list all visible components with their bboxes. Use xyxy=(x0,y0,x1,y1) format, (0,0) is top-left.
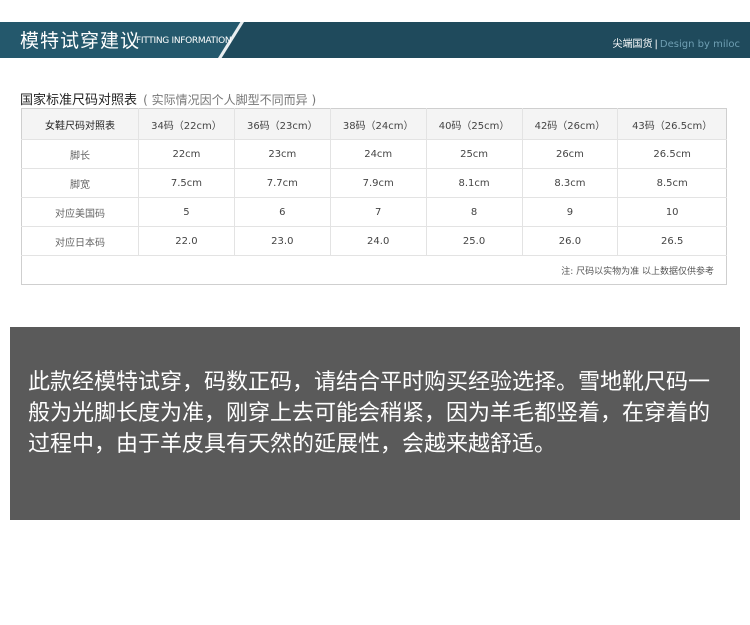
fitting-notice-text: 此款经模特试穿，码数正码，请结合平时购买经验选择。雪地靴尺码一般为光脚长度为准，… xyxy=(28,370,711,457)
table-cell: 8.3cm xyxy=(522,168,619,198)
table-header-row: 女鞋尺码对照表 34码（22cm） 36码（23cm） 38码（24cm） 40… xyxy=(21,108,727,140)
section-subtitle: FITTING INFORMATION xyxy=(136,36,232,46)
row-label: 脚长 xyxy=(21,139,139,169)
table-cell: 10 xyxy=(617,197,727,227)
table-row: 脚宽 7.5cm 7.7cm 7.9cm 8.1cm 8.3cm 8.5cm xyxy=(21,168,727,198)
section-title: 模特试穿建议 xyxy=(20,30,141,52)
brand-credit: 尖端国货 | Design by miloc xyxy=(613,35,740,50)
table-cell: 5 xyxy=(138,197,235,227)
table-cell: 26.0 xyxy=(522,226,619,256)
table-cell: 8 xyxy=(426,197,523,227)
table-cell: 25cm xyxy=(426,139,523,169)
table-row: 脚长 22cm 23cm 24cm 25cm 26cm 26.5cm xyxy=(21,139,727,169)
size-chart-heading: 国家标准尺码对照表 ( 实际情况因个人脚型不同而异 ) xyxy=(20,89,316,108)
header-bar: 模特试穿建议 FITTING INFORMATION 尖端国货 | Design b… xyxy=(0,22,750,58)
table-header-label: 女鞋尺码对照表 xyxy=(21,108,139,140)
table-cell: 25.0 xyxy=(426,226,523,256)
table-cell: 22cm xyxy=(138,139,235,169)
row-label: 脚宽 xyxy=(21,168,139,198)
row-label: 对应美国码 xyxy=(21,197,139,227)
table-cell: 23cm xyxy=(234,139,331,169)
credit-separator: | xyxy=(654,39,658,50)
column-header: 43码（26.5cm） xyxy=(617,108,727,140)
fitting-notice-box: 此款经模特试穿，码数正码，请结合平时购买经验选择。雪地靴尺码一般为光脚长度为准，… xyxy=(10,327,740,520)
table-footnote: 注: 尺码以实物为准 以上数据仅供参考 xyxy=(561,266,714,277)
size-chart-title: 国家标准尺码对照表 xyxy=(20,93,138,108)
table-cell: 9 xyxy=(522,197,619,227)
size-chart-table: 女鞋尺码对照表 34码（22cm） 36码（23cm） 38码（24cm） 40… xyxy=(21,108,727,285)
table-row: 对应日本码 22.0 23.0 24.0 25.0 26.0 26.5 xyxy=(21,226,727,256)
size-chart-note: ( 实际情况因个人脚型不同而异 ) xyxy=(143,93,317,107)
column-header: 34码（22cm） xyxy=(138,108,235,140)
table-cell: 8.1cm xyxy=(426,168,523,198)
table-cell: 7.7cm xyxy=(234,168,331,198)
table-footnote-row: 注: 尺码以实物为准 以上数据仅供参考 xyxy=(22,256,727,285)
table-row: 对应美国码 5 6 7 8 9 10 xyxy=(21,197,727,227)
table-cell: 7.5cm xyxy=(138,168,235,198)
row-label: 对应日本码 xyxy=(21,226,139,256)
table-cell: 26.5 xyxy=(617,226,727,256)
table-cell: 23.0 xyxy=(234,226,331,256)
table-cell: 24.0 xyxy=(330,226,427,256)
table-cell: 22.0 xyxy=(138,226,235,256)
column-header: 40码（25cm） xyxy=(426,108,523,140)
table-cell: 7.9cm xyxy=(330,168,427,198)
brand-name: 尖端国货 xyxy=(612,39,653,50)
table-cell: 6 xyxy=(234,197,331,227)
table-cell: 8.5cm xyxy=(617,168,727,198)
column-header: 36码（23cm） xyxy=(234,108,331,140)
table-cell: 26.5cm xyxy=(617,139,727,169)
table-cell: 24cm xyxy=(330,139,427,169)
table-cell: 26cm xyxy=(522,139,619,169)
table-cell: 7 xyxy=(330,197,427,227)
design-credit: Design by miloc xyxy=(659,39,740,50)
column-header: 42码（26cm） xyxy=(522,108,619,140)
column-header: 38码（24cm） xyxy=(330,108,427,140)
